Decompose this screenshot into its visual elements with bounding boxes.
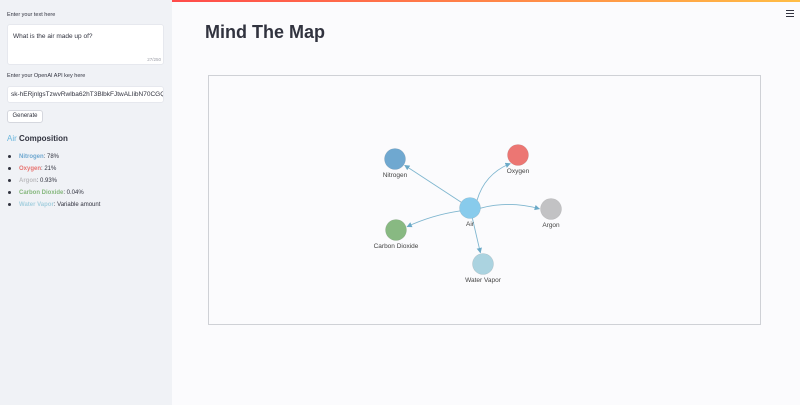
node-water[interactable] <box>472 253 494 275</box>
component-value: : 0.04% <box>63 190 84 196</box>
node-label-oxygen: Oxygen <box>507 168 530 175</box>
component-value: : 0.93% <box>36 178 58 184</box>
generate-button[interactable]: Generate <box>7 110 43 123</box>
component-name: Argon <box>19 178 37 184</box>
page-title: Mind The Map <box>205 22 325 42</box>
list-item: Nitrogen: 78% <box>7 152 100 164</box>
node-nitrogen[interactable] <box>384 148 406 170</box>
edge-air-nitrogen <box>404 164 462 203</box>
sidebar: Enter your text here What is the air mad… <box>0 0 172 405</box>
text-input-area[interactable]: What is the air made up of? 27/250 <box>7 24 164 65</box>
list-item: Oxygen: 21% <box>7 164 100 176</box>
list-item: Water Vapor: Variable amount <box>7 200 100 212</box>
heading-accent: Air <box>7 134 17 143</box>
edge-air-co2 <box>406 210 461 228</box>
mind-map-graph[interactable]: Air Nitrogen Oxygen Argon Carbon Dioxide Wate… <box>209 76 762 326</box>
component-name: Carbon Dioxide <box>19 190 64 196</box>
component-name: Oxygen <box>19 166 42 172</box>
node-oxygen[interactable] <box>507 144 529 166</box>
node-label-water: Water Vapor <box>465 277 502 284</box>
component-value: : 78% <box>43 154 60 160</box>
component-name: Nitrogen <box>19 154 44 160</box>
list-item: Carbon Dioxide: 0.04% <box>7 188 100 200</box>
node-air[interactable] <box>459 197 481 219</box>
mind-map-frame: Air Nitrogen Oxygen Argon Carbon Dioxide Wate… <box>208 75 761 325</box>
node-label-co2: Carbon Dioxide <box>374 243 419 250</box>
text-input-value: What is the air made up of? <box>13 33 93 40</box>
api-key-input[interactable]: sk-hERjnlgsTzwvRwlba62hT3BlbkFJtwALIibN7… <box>7 86 164 103</box>
node-argon[interactable] <box>540 198 562 220</box>
node-label-air: Air <box>466 221 475 228</box>
api-key-label: Enter your OpenAI API key here <box>7 73 86 79</box>
component-value: : Variable amount <box>53 202 101 208</box>
hamburger-menu-icon[interactable] <box>786 10 794 19</box>
edge-air-oxygen <box>476 162 511 201</box>
composition-heading: Air Composition <box>7 134 68 143</box>
component-value: : 21% <box>41 166 57 172</box>
text-input-label: Enter your text here <box>7 12 56 18</box>
component-name: Water Vapor <box>19 202 54 208</box>
node-label-nitrogen: Nitrogen <box>383 172 408 179</box>
header-decoration-bar <box>172 0 800 2</box>
heading-text: Composition <box>16 134 68 143</box>
edge-air-argon <box>480 204 541 211</box>
char-counter: 27/250 <box>147 57 161 62</box>
composition-list: Nitrogen: 78% Oxygen: 21% Argon: 0.93% C… <box>7 152 100 212</box>
node-label-argon: Argon <box>542 222 560 229</box>
node-co2[interactable] <box>385 219 407 241</box>
list-item: Argon: 0.93% <box>7 176 100 188</box>
